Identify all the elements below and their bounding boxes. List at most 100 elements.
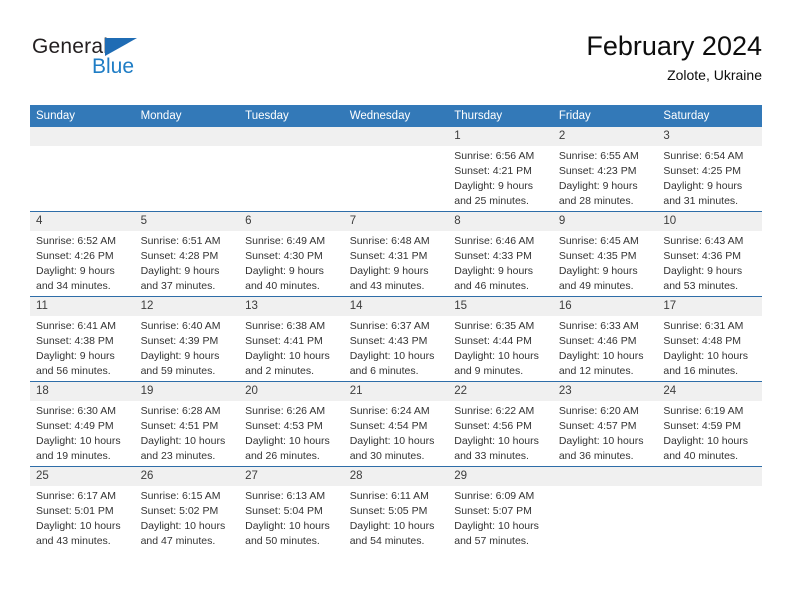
daylight-text-line1: Daylight: 10 hours — [558, 350, 644, 363]
day-cell-empty — [552, 467, 658, 551]
daylight-text-line1: Daylight: 9 hours — [140, 265, 220, 278]
calendar-cell[interactable] — [343, 127, 449, 212]
day-number — [552, 467, 658, 486]
sunrise-text: Sunrise: 6:45 AM — [558, 235, 639, 248]
sunset-text: Sunset: 4:31 PM — [349, 250, 428, 263]
calendar-cell[interactable]: 24 Sunrise: 6:19 AM Sunset: 4:59 PM Dayl… — [657, 381, 762, 467]
general-blue-logo[interactable]: General Blue — [32, 36, 212, 92]
daylight-text-line1: Daylight: 9 hours — [663, 265, 743, 278]
day-details: Sunrise: 6:40 AM Sunset: 4:39 PM Dayligh… — [135, 316, 240, 379]
daylight-text-line2: and 56 minutes. — [36, 364, 111, 377]
day-number — [134, 127, 240, 146]
day-details: Sunrise: 6:43 AM Sunset: 4:36 PM Dayligh… — [657, 231, 762, 294]
daylight-text-line2: and 57 minutes. — [454, 534, 529, 547]
day-cell: 14 Sunrise: 6:37 AM Sunset: 4:43 PM Dayl… — [343, 297, 449, 381]
calendar-cell[interactable]: 28 Sunrise: 6:11 AM Sunset: 5:05 PM Dayl… — [343, 466, 449, 551]
calendar-cell[interactable]: 19 Sunrise: 6:28 AM Sunset: 4:51 PM Dayl… — [134, 381, 240, 467]
calendar-cell[interactable]: 11 Sunrise: 6:41 AM Sunset: 4:38 PM Dayl… — [30, 296, 135, 382]
calendar-cell[interactable]: 12 Sunrise: 6:40 AM Sunset: 4:39 PM Dayl… — [134, 296, 240, 382]
calendar-cell[interactable]: 2 Sunrise: 6:55 AM Sunset: 4:23 PM Dayli… — [552, 127, 658, 212]
calendar-cell[interactable]: 6 Sunrise: 6:49 AM Sunset: 4:30 PM Dayli… — [239, 211, 344, 297]
calendar-cell[interactable]: 27 Sunrise: 6:13 AM Sunset: 5:04 PM Dayl… — [239, 466, 344, 551]
daylight-text-line1: Daylight: 10 hours — [140, 435, 226, 448]
day-cell: 19 Sunrise: 6:28 AM Sunset: 4:51 PM Dayl… — [134, 382, 240, 466]
calendar-cell[interactable]: 15 Sunrise: 6:35 AM Sunset: 4:44 PM Dayl… — [448, 296, 553, 382]
day-details: Sunrise: 6:31 AM Sunset: 4:48 PM Dayligh… — [657, 316, 762, 379]
sunset-text: Sunset: 4:21 PM — [454, 165, 532, 178]
calendar-cell[interactable]: 16 Sunrise: 6:33 AM Sunset: 4:46 PM Dayl… — [552, 296, 658, 382]
calendar-cell[interactable]: 26 Sunrise: 6:15 AM Sunset: 5:02 PM Dayl… — [134, 466, 240, 551]
sunset-text: Sunset: 4:30 PM — [245, 250, 323, 263]
sunrise-text: Sunrise: 6:51 AM — [140, 235, 221, 248]
daylight-text-line1: Daylight: 9 hours — [663, 180, 743, 193]
calendar-cell[interactable]: 10 Sunrise: 6:43 AM Sunset: 4:36 PM Dayl… — [657, 211, 762, 297]
sunrise-text: Sunrise: 6:31 AM — [663, 320, 744, 333]
calendar-cell[interactable]: 20 Sunrise: 6:26 AM Sunset: 4:53 PM Dayl… — [239, 381, 344, 467]
day-cell: 1 Sunrise: 6:56 AM Sunset: 4:21 PM Dayli… — [448, 127, 553, 211]
sunrise-text: Sunrise: 6:22 AM — [454, 405, 535, 418]
calendar-week-row: 18 Sunrise: 6:30 AM Sunset: 4:49 PM Dayl… — [30, 381, 762, 467]
day-details: Sunrise: 6:24 AM Sunset: 4:54 PM Dayligh… — [344, 401, 449, 464]
calendar-cell[interactable]: 9 Sunrise: 6:45 AM Sunset: 4:35 PM Dayli… — [552, 211, 658, 297]
calendar-cell[interactable] — [552, 466, 658, 551]
calendar-cell[interactable]: 1 Sunrise: 6:56 AM Sunset: 4:21 PM Dayli… — [448, 127, 553, 212]
sunrise-text: Sunrise: 6:19 AM — [663, 405, 744, 418]
day-cell: 4 Sunrise: 6:52 AM Sunset: 4:26 PM Dayli… — [30, 212, 135, 296]
calendar-cell[interactable]: 5 Sunrise: 6:51 AM Sunset: 4:28 PM Dayli… — [134, 211, 240, 297]
calendar-cell[interactable]: 21 Sunrise: 6:24 AM Sunset: 4:54 PM Dayl… — [343, 381, 449, 467]
day-cell: 29 Sunrise: 6:09 AM Sunset: 5:07 PM Dayl… — [448, 467, 553, 551]
day-number: 7 — [343, 212, 449, 232]
day-details: Sunrise: 6:48 AM Sunset: 4:31 PM Dayligh… — [344, 231, 449, 294]
sunset-text: Sunset: 4:51 PM — [140, 420, 219, 433]
day-details: Sunrise: 6:11 AM Sunset: 5:05 PM Dayligh… — [344, 486, 449, 549]
calendar-cell[interactable]: 14 Sunrise: 6:37 AM Sunset: 4:43 PM Dayl… — [343, 296, 449, 382]
calendar-cell[interactable]: 3 Sunrise: 6:54 AM Sunset: 4:25 PM Dayli… — [657, 127, 762, 212]
calendar-cell[interactable] — [657, 466, 762, 551]
day-details: Sunrise: 6:41 AM Sunset: 4:38 PM Dayligh… — [30, 316, 135, 379]
calendar-cell[interactable] — [239, 127, 344, 212]
sunrise-text: Sunrise: 6:13 AM — [245, 490, 326, 503]
calendar-cell[interactable]: 23 Sunrise: 6:20 AM Sunset: 4:57 PM Dayl… — [552, 381, 658, 467]
calendar-cell[interactable]: 25 Sunrise: 6:17 AM Sunset: 5:01 PM Dayl… — [30, 466, 135, 551]
page-header: General Blue February 2024 Zolote, Ukrai… — [30, 31, 762, 94]
sunrise-text: Sunrise: 6:40 AM — [140, 320, 221, 333]
calendar-header-row: Sunday Monday Tuesday Wednesday Thursday… — [30, 105, 762, 127]
weekday-header-friday: Friday — [552, 105, 658, 127]
day-cell: 28 Sunrise: 6:11 AM Sunset: 5:05 PM Dayl… — [343, 467, 449, 551]
calendar-cell[interactable]: 13 Sunrise: 6:38 AM Sunset: 4:41 PM Dayl… — [239, 296, 344, 382]
sunset-text: Sunset: 4:57 PM — [558, 420, 637, 433]
calendar-cell[interactable]: 4 Sunrise: 6:52 AM Sunset: 4:26 PM Dayli… — [30, 211, 135, 297]
day-number: 9 — [552, 212, 658, 232]
calendar-cell[interactable]: 17 Sunrise: 6:31 AM Sunset: 4:48 PM Dayl… — [657, 296, 762, 382]
sunrise-text: Sunrise: 6:26 AM — [245, 405, 326, 418]
day-number: 2 — [552, 127, 658, 147]
day-cell-empty — [239, 127, 344, 211]
daylight-text-line1: Daylight: 10 hours — [245, 350, 330, 363]
daylight-text-line1: Daylight: 10 hours — [454, 350, 539, 363]
daylight-text-line1: Daylight: 10 hours — [36, 435, 121, 448]
day-details: Sunrise: 6:09 AM Sunset: 5:07 PM Dayligh… — [448, 486, 553, 549]
sunset-text: Sunset: 4:25 PM — [663, 165, 742, 178]
calendar-cell[interactable] — [134, 127, 240, 212]
day-number: 16 — [552, 297, 658, 317]
day-number: 15 — [448, 297, 553, 317]
daylight-text-line1: Daylight: 9 hours — [245, 265, 324, 278]
calendar-cell[interactable]: 22 Sunrise: 6:22 AM Sunset: 4:56 PM Dayl… — [448, 381, 553, 467]
daylight-text-line1: Daylight: 9 hours — [558, 265, 638, 278]
daylight-text-line1: Daylight: 10 hours — [36, 520, 121, 533]
calendar-body: 1 Sunrise: 6:56 AM Sunset: 4:21 PM Dayli… — [30, 127, 762, 551]
weekday-header-sunday: Sunday — [30, 105, 135, 127]
calendar-cell[interactable] — [30, 127, 135, 212]
day-cell: 26 Sunrise: 6:15 AM Sunset: 5:02 PM Dayl… — [134, 467, 240, 551]
calendar-cell[interactable]: 7 Sunrise: 6:48 AM Sunset: 4:31 PM Dayli… — [343, 211, 449, 297]
sunset-text: Sunset: 4:41 PM — [245, 335, 323, 348]
calendar-cell[interactable]: 29 Sunrise: 6:09 AM Sunset: 5:07 PM Dayl… — [448, 466, 553, 551]
sunrise-text: Sunrise: 6:20 AM — [558, 405, 639, 418]
day-cell: 23 Sunrise: 6:20 AM Sunset: 4:57 PM Dayl… — [552, 382, 658, 466]
sunset-text: Sunset: 4:54 PM — [349, 420, 428, 433]
calendar-cell[interactable]: 18 Sunrise: 6:30 AM Sunset: 4:49 PM Dayl… — [30, 381, 135, 467]
calendar-cell[interactable]: 8 Sunrise: 6:46 AM Sunset: 4:33 PM Dayli… — [448, 211, 553, 297]
sunset-text: Sunset: 4:43 PM — [349, 335, 428, 348]
daylight-text-line2: and 43 minutes. — [349, 279, 425, 292]
calendar-week-row: 1 Sunrise: 6:56 AM Sunset: 4:21 PM Dayli… — [30, 127, 762, 212]
